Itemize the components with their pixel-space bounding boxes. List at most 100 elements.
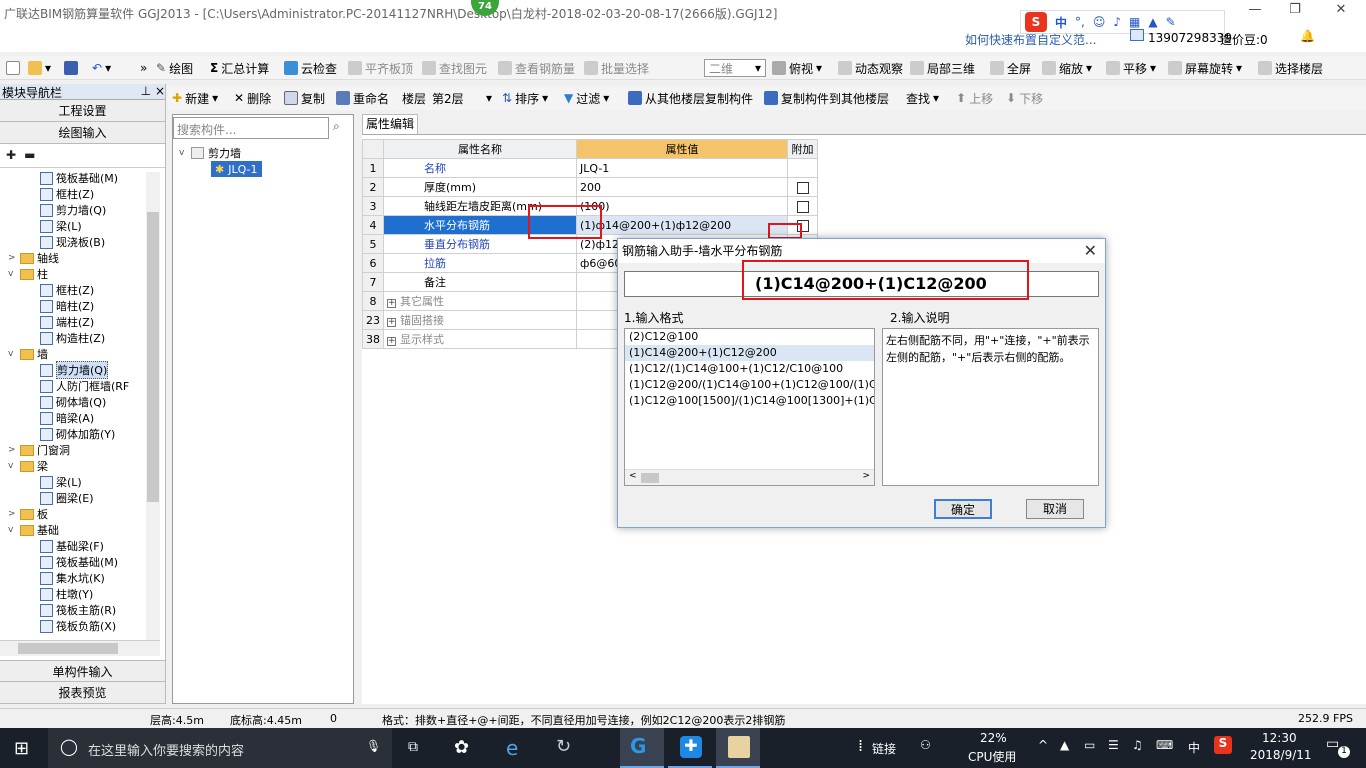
- nav-tree-item[interactable]: 筏板基础(M): [40, 554, 118, 570]
- property-name[interactable]: + 其它属性: [383, 291, 577, 311]
- clock-date[interactable]: 2018/9/11: [1250, 748, 1312, 762]
- add-checkbox[interactable]: [796, 200, 809, 213]
- format-listbox[interactable]: (2)C12@100 (1)C14@200+(1)C12@200 (1)C12/(1…: [624, 328, 875, 486]
- toolbar-cloud-check[interactable]: 云检查: [284, 59, 337, 77]
- toolbar-align-slab[interactable]: 平齐板顶: [348, 59, 413, 77]
- punct-icon[interactable]: °,: [1075, 15, 1085, 29]
- toolbar-calc[interactable]: Σ 汇总计算: [210, 59, 269, 77]
- overflow-icon[interactable]: »: [140, 59, 147, 77]
- close-icon[interactable]: ✕: [1326, 2, 1356, 22]
- refresh-app-icon[interactable]: ↻: [556, 736, 571, 757]
- property-add[interactable]: [787, 177, 818, 197]
- sogou-tray-icon[interactable]: S: [1214, 736, 1232, 754]
- nav-tree-item[interactable]: 筏板基础(M): [40, 170, 118, 186]
- property-value[interactable]: (100): [576, 196, 788, 216]
- nav-tree-item[interactable]: v 基础: [8, 522, 59, 538]
- link-icon[interactable]: ⁞: [858, 736, 863, 755]
- rename-button[interactable]: 重命名: [336, 89, 389, 107]
- tree-toggle-icon[interactable]: v: [8, 269, 18, 279]
- toolbar-orbit[interactable]: 动态观察: [838, 59, 903, 77]
- nav-tree-item[interactable]: 构造柱(Z): [40, 330, 105, 346]
- floor-select[interactable]: 第2层 ▾: [432, 89, 492, 107]
- close-panel-icon[interactable]: ×: [155, 84, 165, 98]
- cancel-button[interactable]: 取消: [1026, 499, 1084, 519]
- property-name[interactable]: 备注: [383, 272, 577, 292]
- single-component-button[interactable]: 单构件输入: [0, 660, 165, 682]
- maximize-icon[interactable]: ❐: [1280, 2, 1310, 22]
- nav-tree-item[interactable]: 筏板主筋(R): [40, 602, 116, 618]
- pin-icon[interactable]: ⊥: [141, 84, 151, 98]
- mic-icon[interactable]: ♪: [1113, 15, 1121, 29]
- toolbar-rotate[interactable]: 屏幕旋转 ▾: [1168, 59, 1242, 77]
- fan-app-icon[interactable]: ✿: [454, 737, 469, 758]
- taskbar-search[interactable]: ◯ 在这里输入你要搜索的内容 🎙: [48, 728, 392, 768]
- nav-tree-item[interactable]: 砌体加筋(Y): [40, 426, 115, 442]
- tree-toggle-icon[interactable]: v: [8, 525, 18, 535]
- skin-icon[interactable]: ▲: [1148, 15, 1157, 29]
- tree-root-shear-wall[interactable]: v 剪力墙: [179, 145, 241, 161]
- property-add[interactable]: [787, 196, 818, 216]
- ime-mode[interactable]: 中: [1055, 14, 1067, 31]
- taskbar-link[interactable]: 链接: [872, 740, 896, 757]
- toolbar-zoom[interactable]: 缩放 ▾: [1042, 59, 1092, 77]
- tree-toggle-icon[interactable]: v: [8, 349, 18, 359]
- copy-to-floor-button[interactable]: 复制构件到其他楼层: [764, 89, 889, 107]
- ok-button[interactable]: 确定: [934, 499, 992, 519]
- property-name[interactable]: 厚度(mm): [383, 177, 577, 197]
- nav-tree-item[interactable]: 基础梁(F): [40, 538, 104, 554]
- nav-tree-item[interactable]: 人防门框墙(RF: [40, 378, 129, 394]
- toolbar-fullscreen[interactable]: 全屏: [990, 59, 1031, 77]
- expand-icon[interactable]: +: [387, 337, 396, 346]
- windows-start-icon[interactable]: ⊞: [14, 738, 29, 759]
- filter-button[interactable]: ▼ 过滤 ▾: [564, 89, 609, 107]
- paint-app-icon[interactable]: [716, 728, 760, 768]
- tray-device-icon[interactable]: ▭: [1084, 738, 1095, 752]
- component-search-input[interactable]: 搜索构件...: [173, 117, 329, 139]
- sogou-icon[interactable]: S: [1025, 12, 1047, 32]
- toolbar-find[interactable]: 查找图元: [422, 59, 487, 77]
- keyboard-icon[interactable]: ▦: [1129, 15, 1140, 29]
- collapse-all-icon[interactable]: ▬: [24, 148, 35, 162]
- tree-toggle-icon[interactable]: >: [8, 445, 18, 455]
- expand-icon[interactable]: +: [387, 318, 396, 327]
- delete-button[interactable]: ✕ 删除: [234, 89, 271, 107]
- toolbar-topview[interactable]: 俯视 ▾: [772, 59, 822, 77]
- move-down-button[interactable]: ⬇ 下移: [1006, 89, 1043, 107]
- format-option[interactable]: (1)C14@200+(1)C12@200: [625, 345, 874, 361]
- task-view-icon[interactable]: ⧉: [408, 739, 418, 755]
- property-row[interactable]: 1 名称 JLQ-1: [362, 158, 818, 178]
- people-icon[interactable]: ⚇: [920, 738, 931, 752]
- expand-all-icon[interactable]: ✚: [6, 148, 16, 162]
- wifi-icon[interactable]: ☰: [1108, 738, 1119, 752]
- coins[interactable]: 造价豆:0: [1220, 31, 1268, 48]
- volume-icon[interactable]: ♫: [1132, 738, 1143, 752]
- nav-tree-item[interactable]: 端柱(Z): [40, 314, 94, 330]
- toolbar-select-floor[interactable]: 选择楼层: [1258, 59, 1323, 77]
- expand-icon[interactable]: +: [387, 299, 396, 308]
- new-file-icon[interactable]: [6, 59, 20, 77]
- move-up-button[interactable]: ⬆ 上移: [956, 89, 993, 107]
- nav-tree-item[interactable]: 暗柱(Z): [40, 298, 94, 314]
- keyboard-tray-icon[interactable]: ⌨: [1156, 738, 1173, 752]
- draw-input-button[interactable]: 绘图输入: [0, 122, 165, 144]
- copy-button[interactable]: 复制: [284, 89, 325, 107]
- property-value[interactable]: JLQ-1: [576, 158, 788, 178]
- property-name[interactable]: 名称: [383, 158, 577, 178]
- sort-button[interactable]: ⇅ 排序 ▾: [502, 89, 548, 107]
- clock-time[interactable]: 12:30: [1262, 731, 1297, 745]
- format-option[interactable]: (2)C12@100: [625, 329, 874, 345]
- search-icon[interactable]: ⌕: [333, 119, 340, 134]
- tree-item-jlq1[interactable]: ✱ JLQ-1: [211, 161, 262, 177]
- nav-tree-item[interactable]: 圈梁(E): [40, 490, 94, 506]
- format-option[interactable]: (1)C12/(1)C14@100+(1)C12/C10@100: [625, 361, 874, 377]
- tray-chevron-icon[interactable]: ^: [1038, 738, 1048, 752]
- nav-tree-item[interactable]: 集水坑(K): [40, 570, 105, 586]
- find-button[interactable]: 查找 ▾: [906, 89, 939, 107]
- tree-scrollbar[interactable]: [146, 172, 160, 642]
- ggj-app-icon[interactable]: G: [620, 728, 664, 768]
- nav-tree-item[interactable]: 梁(L): [40, 474, 82, 490]
- nav-tree-item[interactable]: 剪力墙(Q): [40, 361, 109, 379]
- app-plus-icon[interactable]: ✚: [668, 728, 712, 768]
- format-hscrollbar[interactable]: < >: [625, 469, 874, 485]
- nav-tree-item[interactable]: v墙: [8, 346, 48, 362]
